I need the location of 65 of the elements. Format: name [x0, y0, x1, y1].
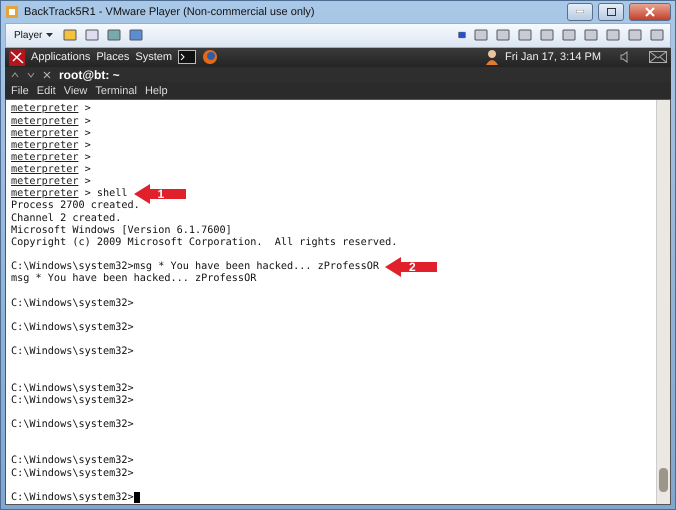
terminal-line: C:\Windows\system32>: [11, 455, 134, 468]
terminal-line: >: [84, 116, 91, 128]
user-icon[interactable]: [485, 49, 499, 66]
maximize-icon: [606, 8, 616, 16]
maximize-button[interactable]: [598, 2, 624, 21]
player-menu[interactable]: Player: [12, 30, 56, 41]
meterpreter-prompt: meterpreter: [11, 140, 78, 152]
up-icon[interactable]: [11, 72, 19, 78]
volume-icon[interactable]: [619, 51, 629, 64]
terminal-line: C:\Windows\system32>: [11, 468, 134, 480]
close-button[interactable]: [629, 2, 671, 21]
menu-item[interactable]: Help: [144, 84, 168, 97]
callout-number: 1: [158, 188, 164, 200]
terminal-line: Microsoft Windows [Version 6.1.7600]: [11, 224, 232, 237]
dragon-logo-icon[interactable]: [9, 48, 25, 66]
terminal-line: >: [84, 140, 91, 152]
terminal-line: C:\Windows\system32>: [11, 382, 134, 395]
terminal-line: > shell: [84, 188, 128, 200]
clock[interactable]: Fri Jan 17, 3:14 PM: [505, 51, 601, 64]
meterpreter-prompt: meterpreter: [11, 128, 78, 140]
close-icon[interactable]: [43, 70, 51, 79]
panel-menu[interactable]: Applications: [31, 51, 90, 64]
meterpreter-prompt: meterpreter: [11, 152, 78, 164]
vmware-logo-icon: [5, 4, 19, 19]
terminal-line: C:\Windows\system32>: [11, 298, 134, 310]
terminal-line: C:\Windows\system32>msg * You have been hacked... zProfessOR: [11, 261, 380, 273]
minimize-button[interactable]: [567, 2, 593, 21]
terminal-line: C:\Windows\system32>: [11, 419, 134, 432]
down-icon[interactable]: [27, 72, 35, 78]
callout-arrow: [385, 257, 438, 278]
terminal-title: root@bt: ~: [59, 68, 120, 82]
menu-item[interactable]: Edit: [36, 84, 56, 97]
terminal-line: Copyright (c) 2009 Microsoft Corporation. All rights reserved.: [11, 236, 398, 250]
terminal-line: >: [84, 152, 91, 164]
terminal-line: Process 2700 created.: [11, 200, 140, 213]
terminal-line: C:\Windows\system32>: [11, 492, 134, 504]
menu-item[interactable]: View: [64, 84, 88, 97]
terminal-launcher-icon[interactable]: [178, 50, 196, 64]
scrollbar[interactable]: [656, 100, 670, 504]
mail-icon[interactable]: [649, 51, 667, 64]
terminal-line: msg * You have been hacked... zProfessOR: [11, 273, 256, 286]
meterpreter-prompt: meterpreter: [11, 188, 78, 200]
browser-icon[interactable]: [202, 49, 218, 66]
terminal-line: C:\Windows\system32>: [11, 346, 134, 358]
terminal-line: Channel 2 created.: [11, 212, 122, 225]
scrollbar-thumb[interactable]: [659, 468, 668, 492]
callout-number: 2: [409, 261, 416, 274]
menu-item[interactable]: File: [11, 84, 29, 97]
panel-menu[interactable]: System: [135, 51, 172, 64]
terminal-line: >: [84, 128, 91, 140]
terminal-line: C:\Windows\system32>: [11, 322, 134, 334]
menu-item[interactable]: Terminal: [95, 84, 137, 97]
meterpreter-prompt: meterpreter: [11, 164, 78, 176]
terminal-line: >: [84, 103, 91, 116]
meterpreter-prompt: meterpreter: [11, 103, 78, 116]
terminal-line: C:\Windows\system32>: [11, 394, 134, 407]
caret-icon: [46, 33, 54, 38]
close-icon: [645, 6, 655, 17]
terminal-line: >: [84, 164, 91, 176]
minimize-icon: [576, 10, 584, 14]
window-title: BackTrack5R1 - VMware Player (Non-commercial use only): [24, 6, 316, 18]
meterpreter-prompt: meterpreter: [11, 176, 78, 188]
panel-menu[interactable]: Places: [96, 51, 130, 64]
terminal-line: >: [84, 176, 91, 188]
meterpreter-prompt: meterpreter: [11, 116, 78, 128]
